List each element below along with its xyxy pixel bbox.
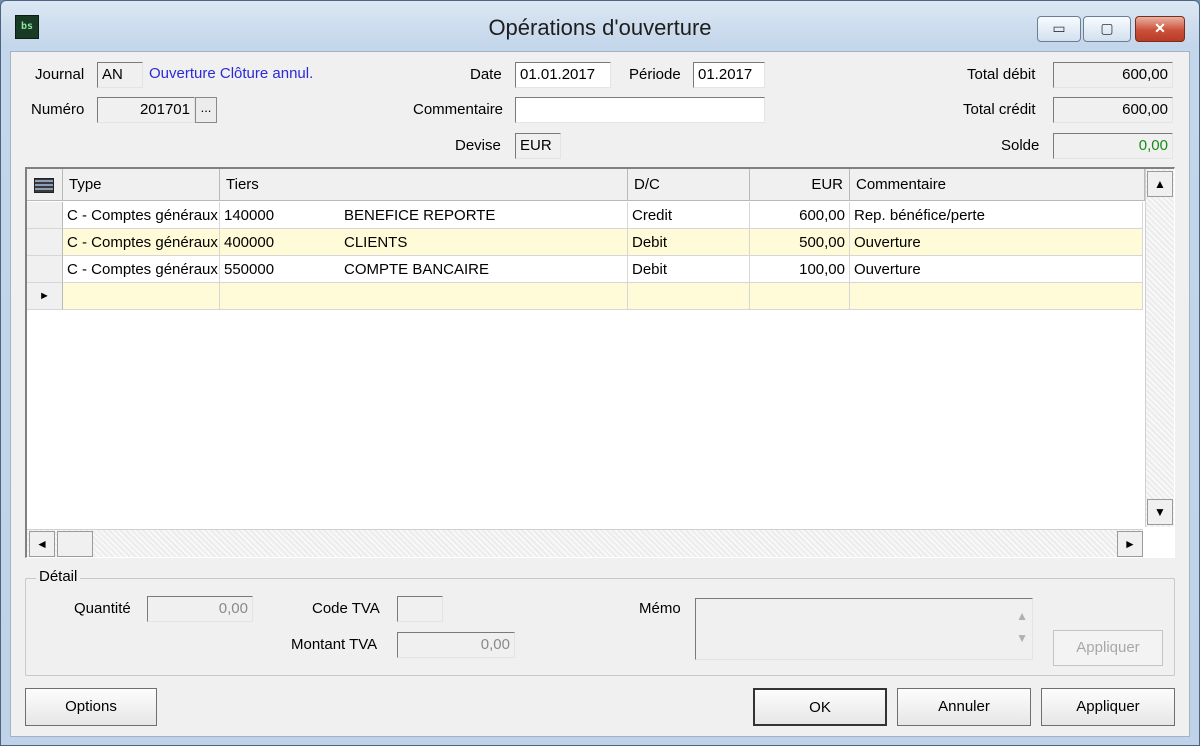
grid-corner[interactable]: [27, 169, 63, 201]
cell-commentaire[interactable]: Ouverture: [850, 256, 1143, 283]
cell-type[interactable]: C - Comptes généraux: [63, 256, 220, 283]
annuler-button[interactable]: Annuler: [897, 688, 1031, 726]
new-entry-row[interactable]: ►: [27, 283, 1143, 310]
memo-scrollbar[interactable]: ▲ ▼: [1016, 605, 1028, 649]
row-header[interactable]: [27, 202, 63, 229]
column-header-eur[interactable]: EUR: [750, 169, 850, 201]
commentaire-input[interactable]: [515, 97, 765, 123]
entries-grid[interactable]: Type Tiers D/C EUR Commentaire C - Compt…: [25, 167, 1175, 558]
horizontal-scrollbar[interactable]: ◄ ►: [27, 529, 1143, 557]
montant-tva-label: Montant TVA: [291, 636, 378, 653]
memo-scroll-down-icon[interactable]: ▼: [1016, 627, 1028, 649]
scroll-down-icon[interactable]: ▼: [1147, 499, 1173, 525]
devise-label: Devise: [455, 137, 501, 154]
date-field[interactable]: 01.01.2017: [515, 62, 611, 88]
cell-type[interactable]: C - Comptes généraux: [63, 229, 220, 256]
cell-dc[interactable]: Debit: [628, 229, 750, 256]
table-row[interactable]: C - Comptes généraux 140000 BENEFICE REP…: [27, 202, 1143, 229]
scroll-left-icon[interactable]: ◄: [29, 531, 55, 557]
numero-label: Numéro: [31, 101, 85, 118]
devise-field[interactable]: EUR: [515, 133, 561, 159]
current-row-marker-icon[interactable]: ►: [27, 283, 63, 310]
cell-tiers-code[interactable]: 550000: [220, 256, 340, 283]
cell-eur[interactable]: [750, 283, 850, 310]
numero-browse-button[interactable]: ...: [195, 97, 217, 123]
minimize-button[interactable]: ▭: [1037, 16, 1081, 42]
solde-field: 0,00: [1053, 133, 1173, 159]
cell-tiers-name[interactable]: BENEFICE REPORTE: [340, 202, 628, 229]
dialog-client-area: Journal AN Ouverture Clôture annul. Numé…: [10, 51, 1190, 737]
cell-tiers-code[interactable]: 400000: [220, 229, 340, 256]
total-debit-label: Total débit: [967, 66, 1036, 83]
cell-commentaire[interactable]: [850, 283, 1143, 310]
cell-eur[interactable]: 100,00: [750, 256, 850, 283]
ok-button[interactable]: OK: [753, 688, 887, 726]
date-label: Date: [470, 66, 502, 83]
cell-commentaire[interactable]: Ouverture: [850, 229, 1143, 256]
cell-tiers-name[interactable]: COMPTE BANCAIRE: [340, 256, 628, 283]
quantite-label: Quantité: [74, 600, 131, 617]
detail-appliquer-button[interactable]: Appliquer: [1053, 630, 1163, 666]
cell-eur[interactable]: 500,00: [750, 229, 850, 256]
total-credit-label: Total crédit: [963, 101, 1036, 118]
quantite-field[interactable]: 0,00: [147, 596, 253, 622]
total-debit-field: 600,00: [1053, 62, 1173, 88]
journal-field[interactable]: AN: [97, 62, 143, 88]
appliquer-button[interactable]: Appliquer: [1041, 688, 1175, 726]
table-row[interactable]: C - Comptes généraux 400000 CLIENTS Debi…: [27, 229, 1143, 256]
cell-type[interactable]: C - Comptes généraux: [63, 202, 220, 229]
close-button[interactable]: ✕: [1135, 16, 1185, 42]
vertical-scrollbar[interactable]: ▲ ▼: [1145, 169, 1174, 527]
row-header[interactable]: [27, 229, 63, 256]
cell-eur[interactable]: 600,00: [750, 202, 850, 229]
column-header-tiers[interactable]: Tiers: [220, 169, 628, 201]
total-credit-field: 600,00: [1053, 97, 1173, 123]
column-header-dc[interactable]: D/C: [628, 169, 750, 201]
horizontal-scroll-thumb[interactable]: [57, 531, 93, 557]
dialog-window: bs Opérations d'ouverture ▭ ▢ ✕ Journal …: [0, 0, 1200, 746]
options-button[interactable]: Options: [25, 688, 157, 726]
scroll-right-icon[interactable]: ►: [1117, 531, 1143, 557]
grid-options-icon: [34, 178, 54, 193]
memo-textarea[interactable]: ▲ ▼: [695, 598, 1033, 660]
code-tva-label: Code TVA: [312, 600, 380, 617]
periode-label: Période: [629, 66, 681, 83]
cell-dc[interactable]: [628, 283, 750, 310]
title-bar[interactable]: bs Opérations d'ouverture ▭ ▢ ✕: [1, 1, 1199, 51]
cell-type[interactable]: [63, 283, 220, 310]
table-row[interactable]: C - Comptes généraux 550000 COMPTE BANCA…: [27, 256, 1143, 283]
window-title: Opérations d'ouverture: [488, 15, 712, 40]
code-tva-field[interactable]: [397, 596, 443, 622]
solde-label: Solde: [1001, 137, 1040, 154]
memo-label: Mémo: [639, 600, 681, 617]
row-header[interactable]: [27, 256, 63, 283]
cell-tiers-name[interactable]: CLIENTS: [340, 229, 628, 256]
memo-scroll-up-icon[interactable]: ▲: [1016, 605, 1028, 627]
cell-dc[interactable]: Debit: [628, 256, 750, 283]
maximize-button[interactable]: ▢: [1083, 16, 1131, 42]
cell-dc[interactable]: Credit: [628, 202, 750, 229]
column-header-commentaire[interactable]: Commentaire: [850, 169, 1145, 201]
cell-tiers-code[interactable]: 140000: [220, 202, 340, 229]
numero-field[interactable]: 201701: [97, 97, 195, 123]
montant-tva-field[interactable]: 0,00: [397, 632, 515, 658]
detail-group-title: Détail: [36, 568, 81, 585]
cell-tiers[interactable]: [220, 283, 628, 310]
journal-label: Journal: [35, 66, 85, 83]
commentaire-label: Commentaire: [413, 101, 504, 118]
column-header-type[interactable]: Type: [63, 169, 220, 201]
cell-commentaire[interactable]: Rep. bénéfice/perte: [850, 202, 1143, 229]
scroll-up-icon[interactable]: ▲: [1147, 171, 1173, 197]
periode-field[interactable]: 01.2017: [693, 62, 765, 88]
journal-description-link[interactable]: Ouverture Clôture annul.: [149, 65, 313, 82]
